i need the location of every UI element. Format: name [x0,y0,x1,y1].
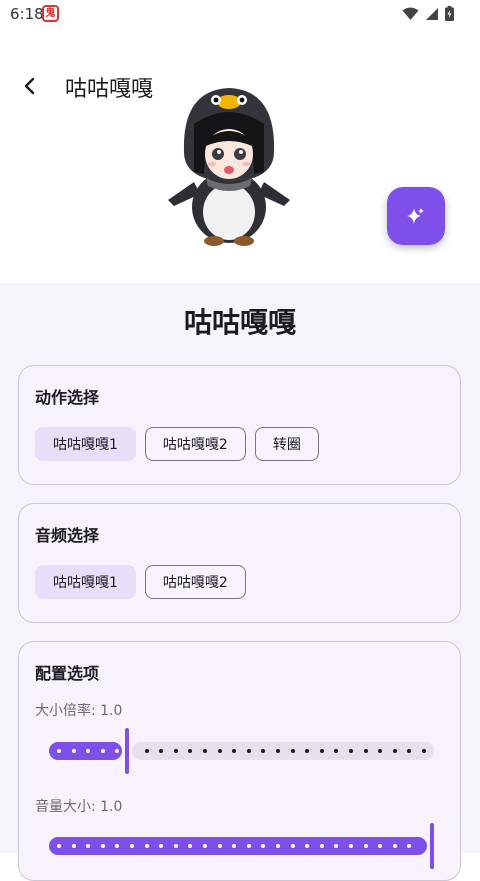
slider-tick [72,749,76,753]
slider-tick [86,844,90,848]
slider-tick [291,749,295,753]
slider-thumb[interactable] [430,823,434,869]
status-time: 6:18 [10,5,44,23]
slider-tick [218,844,222,848]
slider-tick [218,749,222,753]
slider-tick [86,749,90,753]
slider-tick [203,844,207,848]
chevron-left-icon [24,77,35,95]
card-title: 动作选择 [35,388,100,407]
cell-signal-icon [426,7,438,20]
slider-tick [393,844,397,848]
slider-tick [364,749,368,753]
slider-tick [422,749,426,753]
page-title: 咕咕嘎嘎 [65,77,154,102]
audio-chip-group: 咕咕嘎嘎1 咕咕嘎嘎2 [35,565,246,599]
slider-tick [364,844,368,848]
status-bar: 6:18 鬼 [0,0,480,28]
slider-tick [247,844,251,848]
audio-selection-card: 音频选择 咕咕嘎嘎1 咕咕嘎嘎2 [18,503,461,623]
audio-chip-1[interactable]: 咕咕嘎嘎1 [35,565,136,599]
volume-label: 音量大小: 1.0 [35,799,123,815]
action-chip-group: 咕咕嘎嘎1 咕咕嘎嘎2 转圈 [35,427,319,461]
size-scale-label: 大小倍率: 1.0 [35,703,123,719]
card-title: 配置选项 [35,664,100,683]
slider-tick [145,844,149,848]
slider-tick [349,844,353,848]
slider-tick [378,844,382,848]
sparkle-icon [407,208,424,224]
app-notification-icon: 鬼 [42,5,59,22]
slider-tick [276,749,280,753]
penguin-mascot-illustration[interactable] [166,82,292,250]
slider-tick [159,749,163,753]
wifi-icon [402,7,419,20]
slider-tick [378,749,382,753]
volume-slider[interactable] [49,823,434,869]
slider-tick [115,749,119,753]
slider-tick [145,749,149,753]
slider-tick [203,749,207,753]
slider-tick [232,749,236,753]
card-title: 音频选择 [35,526,100,545]
slider-tick [247,749,251,753]
content-title: 咕咕嘎嘎 [183,306,296,339]
slider-tick [393,749,397,753]
slider-tick [305,749,309,753]
slider-tick [320,844,324,848]
back-button[interactable] [14,70,46,102]
slider-tick [57,749,61,753]
slider-tick [334,749,338,753]
slider-tick [407,844,411,848]
slider-tick [305,844,309,848]
action-chip-2[interactable]: 咕咕嘎嘎2 [144,427,246,461]
slider-tick [349,749,353,753]
sparkle-fab-button[interactable] [387,187,445,245]
slider-tick [276,844,280,848]
slider-tick [57,844,61,848]
slider-tick [72,844,76,848]
slider-tick [320,749,324,753]
slider-tick [261,844,265,848]
config-card: 配置选项 大小倍率: 1.0 音量大小: 1.0 [18,641,461,881]
content-area: 咕咕嘎嘎 动作选择 咕咕嘎嘎1 咕咕嘎嘎2 转圈 音频选择 咕咕嘎嘎1 咕咕嘎嘎… [0,283,480,881]
slider-tick [334,844,338,848]
slider-tick [130,844,134,848]
slider-tick [174,844,178,848]
slider-tick [159,844,163,848]
action-chip-1[interactable]: 咕咕嘎嘎1 [35,427,136,461]
slider-tick [115,844,119,848]
slider-tick [232,844,236,848]
slider-tick [101,749,105,753]
battery-icon [445,6,454,21]
size-scale-slider[interactable] [49,728,434,774]
audio-chip-2[interactable]: 咕咕嘎嘎2 [144,565,246,599]
slider-thumb[interactable] [125,728,129,774]
slider-tick [188,844,192,848]
slider-active-track [49,837,427,855]
slider-tick [291,844,295,848]
action-selection-card: 动作选择 咕咕嘎嘎1 咕咕嘎嘎2 转圈 [18,365,461,485]
slider-tick [174,749,178,753]
slider-tick [188,749,192,753]
slider-tick [101,844,105,848]
action-chip-spin[interactable]: 转圈 [254,427,319,461]
slider-tick [407,749,411,753]
slider-tick [261,749,265,753]
